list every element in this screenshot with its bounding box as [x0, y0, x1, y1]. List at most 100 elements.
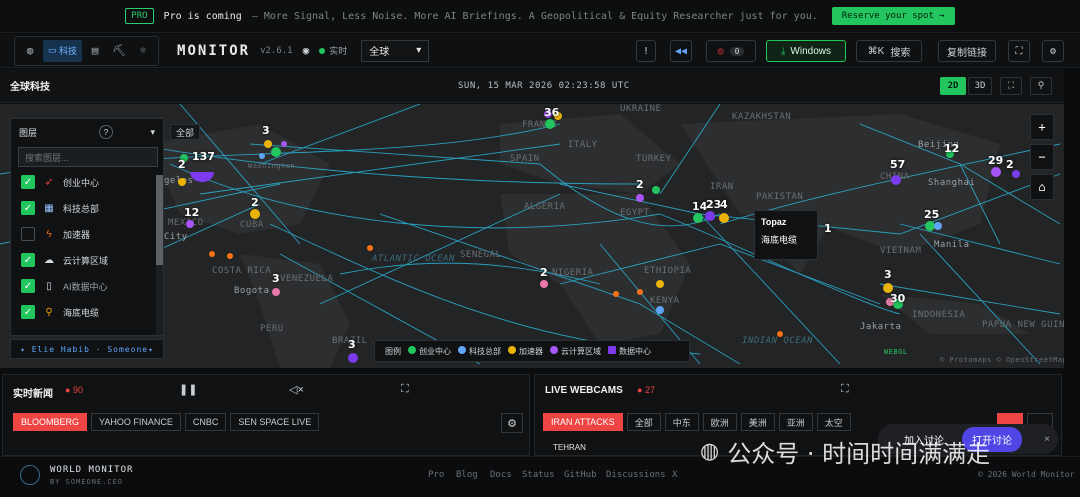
cluster-count[interactable]: 2: [178, 158, 186, 171]
layer-toggle-accelerator[interactable]: ϟ 加速器: [11, 221, 163, 247]
news-title: 实时新闻: [13, 389, 53, 400]
cluster-count[interactable]: 3: [272, 272, 280, 285]
tab-all[interactable]: 全部: [626, 413, 661, 431]
tab-sen-space-live[interactable]: SEN SPACE LIVE: [230, 413, 320, 431]
news-tabs: BLOOMBERG YAHOO FINANCE CNBC SEN SPACE L…: [13, 413, 320, 431]
tab-europe[interactable]: 欧洲: [702, 413, 737, 431]
chart-icon[interactable]: ▤: [84, 40, 106, 62]
footer-copyright: © 2026 World Monitor: [978, 470, 1075, 479]
cluster-count[interactable]: 30: [890, 292, 905, 305]
layer-toggle-ai-datacenter[interactable]: ✓ ▯ AI数据中心: [11, 273, 163, 299]
cloud-icon: ☁: [44, 254, 54, 266]
layer-toggle-cable[interactable]: ✓ ⚲ 海底电缆: [11, 299, 163, 325]
playback-button[interactable]: ◀◀: [670, 40, 692, 62]
cluster-count[interactable]: 29: [988, 154, 1003, 167]
github-icon[interactable]: ◉: [303, 44, 310, 57]
webcams-count: ● 27: [637, 385, 655, 395]
layer-toggle-hq[interactable]: ✓ ▦ 科技总部: [11, 195, 163, 221]
sun-icon[interactable]: ☼: [132, 40, 154, 62]
mode-3d-button[interactable]: 3D: [968, 77, 992, 95]
cluster-count[interactable]: 137: [192, 150, 215, 163]
pickaxe-icon[interactable]: ⛏: [108, 40, 130, 62]
tab-middle-east[interactable]: 中东: [664, 413, 699, 431]
cluster-count[interactable]: 1: [824, 222, 832, 235]
gear-icon[interactable]: ⚙: [1042, 40, 1064, 62]
checkbox-checked[interactable]: ✓: [21, 253, 35, 267]
mode-2d-button[interactable]: 2D: [940, 77, 966, 95]
close-icon[interactable]: ×: [1044, 434, 1050, 445]
layer-toggle-cloud[interactable]: ✓ ☁ 云计算区域: [11, 247, 163, 273]
copy-link-button[interactable]: 复制链接: [938, 40, 996, 62]
cluster-count[interactable]: 2: [1006, 158, 1014, 171]
footer-link-blog[interactable]: Blog: [456, 470, 478, 480]
region-select[interactable]: 全球 ▾: [361, 39, 430, 62]
collapse-icon[interactable]: ▾: [150, 127, 155, 138]
checkbox-checked[interactable]: ✓: [21, 175, 35, 189]
layers-panel: 图层 ? ▾ 搜索图层... ✓ ➶ 创业中心 ✓ ▦ 科技总部 ϟ 加速器 ✓ ☁ 云计算区…: [10, 118, 164, 336]
cluster-count[interactable]: 3: [348, 338, 356, 351]
checkbox-checked[interactable]: ✓: [21, 201, 35, 215]
cluster-count[interactable]: 3: [262, 124, 270, 137]
zoom-in-button[interactable]: +: [1030, 114, 1054, 140]
cluster-count[interactable]: 12: [944, 142, 959, 155]
wechat-watermark: ◍ 公众号 · 时间时间满满走: [700, 439, 991, 468]
footer-link-pro[interactable]: Pro: [428, 470, 444, 480]
help-icon[interactable]: ?: [99, 125, 114, 139]
cluster-count[interactable]: 2: [251, 196, 259, 209]
checkbox-unchecked[interactable]: [21, 227, 35, 241]
pin-icon[interactable]: ⚲: [1030, 77, 1052, 95]
fullscreen-icon[interactable]: ⛶: [1008, 40, 1030, 62]
mute-icon[interactable]: ◁×: [289, 383, 304, 396]
layers-scrollbar[interactable]: [156, 175, 163, 335]
layers-title: 图层: [19, 127, 38, 138]
windows-download-button[interactable]: ⤓ Windows: [766, 40, 846, 62]
globe-icon[interactable]: ◍: [19, 40, 41, 62]
tab-bloomberg[interactable]: BLOOMBERG: [13, 413, 88, 431]
cable-icon: ⚲: [45, 306, 53, 318]
cluster-count[interactable]: 4: [720, 198, 728, 211]
top-toolbar: ◍ ▭ 科技 ▤ ⛏ ☼ MONITOR v2.6.1 ◉ 实时 全球 ▾ ! ◀…: [0, 34, 1080, 68]
cluster-count[interactable]: 12: [184, 206, 199, 219]
zoom-controls: + − ⌂: [1030, 114, 1054, 200]
notifications-button[interactable]: ◎ 0: [706, 40, 756, 62]
gear-icon[interactable]: ⚙: [501, 413, 523, 433]
bolt-icon: ϟ: [46, 228, 52, 240]
expand-map-icon[interactable]: ⛶: [1000, 77, 1022, 95]
info-button[interactable]: !: [636, 40, 656, 62]
checkbox-checked[interactable]: ✓: [21, 279, 35, 293]
pro-badge: PRO: [125, 8, 154, 24]
search-button[interactable]: ⌘K 搜索: [856, 40, 922, 62]
footer-link-status[interactable]: Status: [522, 470, 555, 480]
wechat-icon: ◍: [700, 439, 720, 464]
footer-link-github[interactable]: GitHub: [564, 470, 597, 480]
cluster-count[interactable]: 36: [544, 106, 559, 119]
all-layers-button[interactable]: 全部: [170, 124, 200, 140]
zoom-out-button[interactable]: −: [1030, 144, 1054, 170]
tab-yahoo-finance[interactable]: YAHOO FINANCE: [91, 413, 181, 431]
variant-tech-button[interactable]: ▭ 科技: [43, 39, 83, 62]
tab-iran-attacks[interactable]: IRAN ATTACKS: [543, 413, 623, 431]
expand-icon[interactable]: ⛶: [841, 383, 849, 396]
expand-icon[interactable]: ⛶: [401, 383, 409, 396]
footer-link-docs[interactable]: Docs: [490, 470, 512, 480]
reserve-spot-button[interactable]: Reserve your spot →: [831, 7, 955, 25]
tab-americas[interactable]: 美洲: [740, 413, 775, 431]
tab-space[interactable]: 太空: [816, 413, 851, 431]
footer-link-x[interactable]: X: [672, 470, 677, 480]
footer-link-discussions[interactable]: Discussions: [606, 470, 666, 480]
cluster-count[interactable]: 25: [924, 208, 939, 221]
live-indicator: 实时: [319, 44, 347, 57]
cluster-count[interactable]: 3: [884, 268, 892, 281]
checkbox-checked[interactable]: ✓: [21, 305, 35, 319]
cluster-count[interactable]: 57: [890, 158, 905, 171]
layer-toggle-startup[interactable]: ✓ ➶ 创业中心: [11, 169, 163, 195]
cluster-count[interactable]: 2: [540, 266, 548, 279]
layer-search-input[interactable]: 搜索图层...: [18, 147, 158, 167]
legend-item: 科技总部: [458, 345, 501, 357]
tab-cnbc[interactable]: CNBC: [184, 413, 227, 431]
home-icon[interactable]: ⌂: [1030, 174, 1054, 200]
tab-asia[interactable]: 亚洲: [778, 413, 813, 431]
cluster-count[interactable]: 2: [636, 178, 644, 191]
rocket-icon: ➶: [44, 176, 54, 188]
pause-icon[interactable]: ❚❚: [179, 383, 197, 396]
